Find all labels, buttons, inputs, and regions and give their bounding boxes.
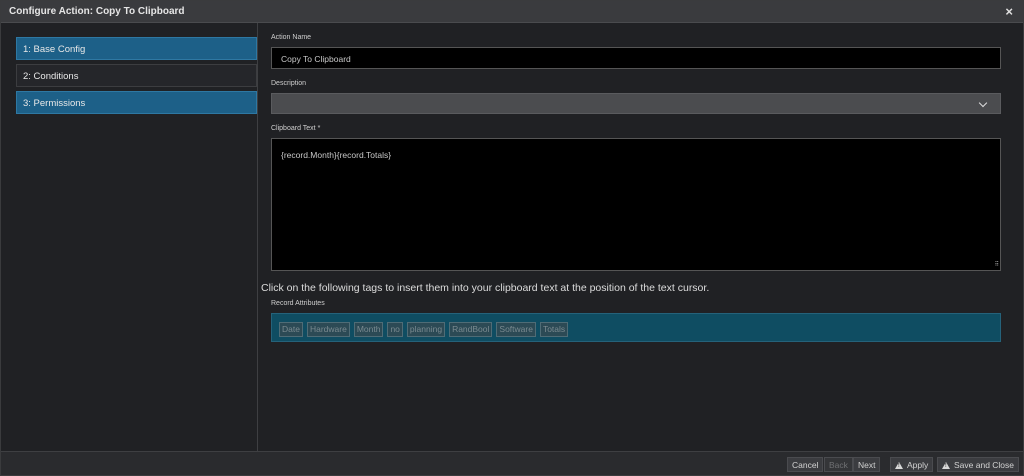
record-attributes-box: Date Hardware Month no planning RandBool… (271, 313, 1001, 342)
dialog-title: Configure Action: Copy To Clipboard (9, 6, 185, 17)
tag-randbool[interactable]: RandBool (449, 322, 493, 337)
dialog-footer: Cancel Back Next Apply Save and Close (1, 451, 1023, 475)
nav-item-conditions[interactable]: 2: Conditions (16, 64, 257, 87)
tag-month[interactable]: Month (353, 322, 384, 337)
action-name-input[interactable]: Copy To Clipboard (271, 47, 1001, 69)
apply-button[interactable]: Apply (890, 457, 934, 472)
step-sidebar: 1: Base Config 2: Conditions 3: Permissi… (1, 23, 258, 451)
tag-planning[interactable]: planning (406, 322, 446, 337)
next-button[interactable]: Next (853, 457, 881, 472)
tag-hardware[interactable]: Hardware (306, 322, 350, 337)
cancel-button[interactable]: Cancel (787, 457, 824, 472)
description-select[interactable] (271, 93, 1001, 114)
nav-item-label: 2: Conditions (23, 71, 79, 82)
save-and-close-button[interactable]: Save and Close (937, 457, 1020, 472)
nav-item-permissions[interactable]: 3: Permissions (16, 91, 257, 114)
save-and-close-label: Save and Close (954, 460, 1015, 470)
tag-date[interactable]: Date (279, 322, 303, 337)
clipboard-text-label: Clipboard Text * (271, 125, 321, 132)
tag-totals[interactable]: Totals (539, 322, 569, 337)
tag-no[interactable]: no (387, 322, 403, 337)
tag-software[interactable]: Software (496, 322, 536, 337)
clipboard-text-area[interactable]: {record.Month}{record.Totals} ⠿ (271, 138, 1001, 271)
warning-icon (895, 462, 903, 469)
warning-icon (942, 462, 950, 469)
chevron-down-icon (978, 98, 988, 108)
close-icon[interactable]: × (1005, 4, 1013, 19)
action-name-label: Action Name (271, 34, 312, 41)
resize-grip-icon[interactable]: ⠿ (995, 261, 1000, 268)
clipboard-text-value: {record.Month}{record.Totals} (281, 150, 392, 160)
description-label: Description (271, 80, 307, 87)
nav-item-label: 3: Permissions (23, 98, 86, 109)
apply-label: Apply (907, 460, 929, 470)
title-bar: Configure Action: Copy To Clipboard × (1, 1, 1023, 23)
record-attributes-label: Record Attributes (271, 300, 325, 307)
nav-item-base-config[interactable]: 1: Base Config (16, 37, 257, 60)
tag-list: Date Hardware Month no planning RandBool… (279, 322, 569, 337)
nav-item-label: 1: Base Config (23, 44, 86, 55)
back-button[interactable]: Back (824, 457, 853, 472)
main-form: Action Name Copy To Clipboard Descriptio… (259, 23, 1023, 451)
tags-hint: Click on the following tags to insert th… (261, 282, 710, 294)
configure-action-dialog: Configure Action: Copy To Clipboard × 1:… (0, 0, 1024, 476)
